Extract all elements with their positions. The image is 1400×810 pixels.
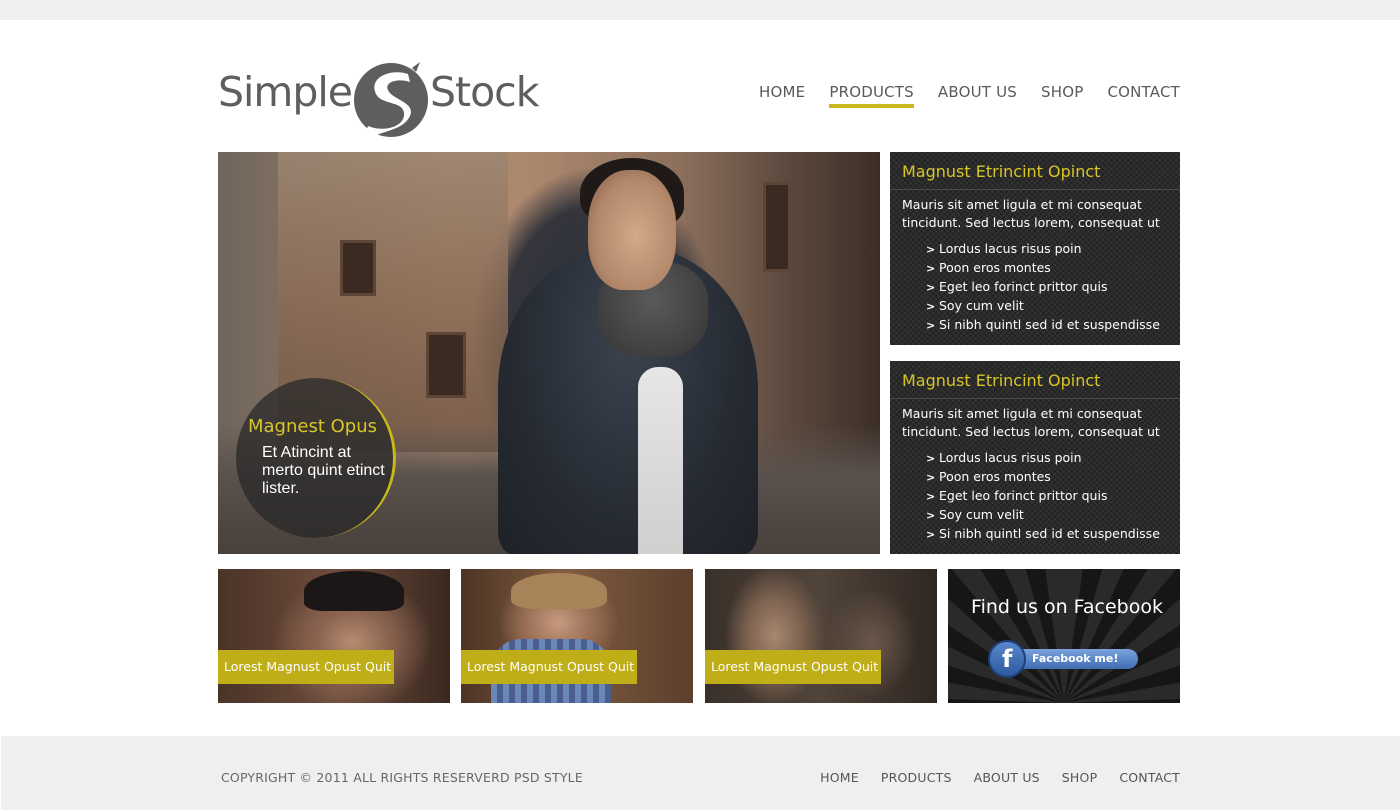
nav-shop[interactable]: SHOP bbox=[1041, 83, 1083, 108]
footer-nav: HOME PRODUCTS ABOUT US SHOP CONTACT bbox=[798, 770, 1180, 785]
list-item[interactable]: > Poon eros montes bbox=[926, 259, 1160, 278]
chevron-right-icon: > bbox=[926, 319, 936, 332]
info-box-text: Mauris sit amet ligula et mi consequat t… bbox=[902, 406, 1160, 439]
facebook-me-button[interactable]: Facebook me! f bbox=[988, 640, 1138, 678]
info-box-list: > Lordus lacus risus poin > Poon eros mont… bbox=[926, 449, 1160, 544]
copyright-text: COPYRIGHT © 2011 ALL RIGHTS RESERVERD PS… bbox=[221, 770, 583, 785]
hero-banner[interactable]: Magnest Opus Et Atincint at merto quint … bbox=[218, 152, 880, 554]
chevron-right-icon: > bbox=[926, 243, 936, 256]
product-thumb[interactable]: Lorest Magnust Opust Quit bbox=[461, 569, 693, 703]
hero-caption-text: Et Atincint at merto quint etinct lister… bbox=[262, 444, 385, 497]
product-thumb-label[interactable]: Lorest Magnust Opust Quit bbox=[461, 650, 637, 684]
list-item[interactable]: > Soy cum velit bbox=[926, 297, 1160, 316]
info-box-text: Mauris sit amet ligula et mi consequat t… bbox=[902, 197, 1160, 230]
list-item[interactable]: > Eget leo forinct prittor quis bbox=[926, 278, 1160, 297]
chevron-right-icon: > bbox=[926, 262, 936, 275]
facebook-button-label: Facebook me! bbox=[1032, 652, 1119, 665]
info-box-title: Magnust Etrincint Opinct bbox=[902, 371, 1101, 390]
product-thumb-label[interactable]: Lorest Magnust Opust Quit bbox=[218, 650, 394, 684]
nav-home[interactable]: HOME bbox=[759, 83, 805, 108]
logo-word-stock: Stock bbox=[430, 68, 539, 116]
list-item[interactable]: > Lordus lacus risus poin bbox=[926, 240, 1160, 259]
chevron-right-icon: > bbox=[926, 281, 936, 294]
info-box: Magnust Etrincint Opinct Mauris sit amet… bbox=[890, 361, 1180, 554]
top-strip bbox=[0, 0, 1400, 20]
product-thumb[interactable]: Lorest Magnust Opust Quit bbox=[705, 569, 937, 703]
hero-window bbox=[763, 182, 791, 272]
hero-window bbox=[340, 240, 376, 296]
product-thumb-label[interactable]: Lorest Magnust Opust Quit bbox=[705, 650, 881, 684]
nav-contact[interactable]: CONTACT bbox=[1107, 83, 1180, 108]
info-box-list: > Lordus lacus risus poin > Poon eros mont… bbox=[926, 240, 1160, 335]
footer-nav-products[interactable]: PRODUCTS bbox=[881, 770, 952, 785]
nav-about-us[interactable]: ABOUT US bbox=[938, 83, 1017, 108]
list-item[interactable]: > Si nibh quintl sed id et suspendisse bbox=[926, 525, 1160, 544]
chevron-right-icon: > bbox=[926, 528, 936, 541]
facebook-icon: f bbox=[988, 640, 1026, 678]
footer-nav-contact[interactable]: CONTACT bbox=[1119, 770, 1180, 785]
thumb-hat bbox=[511, 573, 607, 609]
chevron-right-icon: > bbox=[926, 509, 936, 522]
divider bbox=[890, 398, 1180, 399]
hero-caption-title: Magnest Opus bbox=[248, 416, 378, 437]
site-logo[interactable]: Simple Stock bbox=[218, 60, 539, 146]
facebook-panel: Find us on Facebook Facebook me! f bbox=[948, 569, 1180, 703]
chevron-right-icon: > bbox=[926, 452, 936, 465]
list-item[interactable]: > Soy cum velit bbox=[926, 506, 1160, 525]
footer-nav-about-us[interactable]: ABOUT US bbox=[974, 770, 1040, 785]
product-thumb[interactable]: Lorest Magnust Opust Quit bbox=[218, 569, 450, 703]
footer-nav-home[interactable]: HOME bbox=[820, 770, 859, 785]
facebook-title: Find us on Facebook bbox=[971, 596, 1163, 618]
hero-window bbox=[426, 332, 466, 398]
hero-person-face bbox=[588, 170, 676, 290]
chevron-right-icon: > bbox=[926, 490, 936, 503]
logo-word-simple: Simple bbox=[218, 68, 353, 116]
list-item[interactable]: > Si nibh quintl sed id et suspendisse bbox=[926, 316, 1160, 335]
logo-swoosh-icon bbox=[354, 62, 428, 142]
list-item[interactable]: > Poon eros montes bbox=[926, 468, 1160, 487]
nav-products[interactable]: PRODUCTS bbox=[829, 83, 914, 108]
chevron-right-icon: > bbox=[926, 471, 936, 484]
info-box-title: Magnust Etrincint Opinct bbox=[902, 162, 1101, 181]
list-item[interactable]: > Eget leo forinct prittor quis bbox=[926, 487, 1160, 506]
hero-person-shirt bbox=[638, 367, 683, 554]
footer: COPYRIGHT © 2011 ALL RIGHTS RESERVERD PS… bbox=[1, 736, 1400, 810]
main-nav: HOME PRODUCTS ABOUT US SHOP CONTACT bbox=[735, 83, 1180, 108]
info-box: Magnust Etrincint Opinct Mauris sit amet… bbox=[890, 152, 1180, 345]
thumb-hat bbox=[304, 571, 404, 611]
footer-nav-shop[interactable]: SHOP bbox=[1062, 770, 1098, 785]
chevron-right-icon: > bbox=[926, 300, 936, 313]
list-item[interactable]: > Lordus lacus risus poin bbox=[926, 449, 1160, 468]
divider bbox=[890, 189, 1180, 190]
